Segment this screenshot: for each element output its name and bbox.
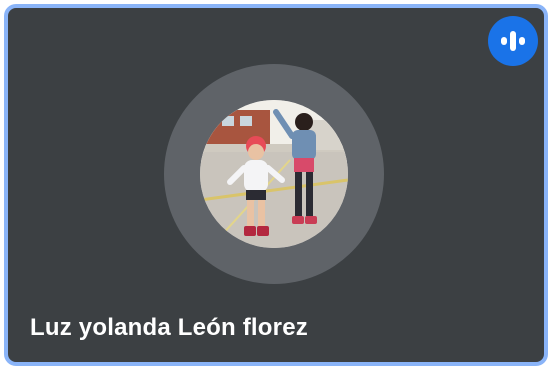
participant-name: Luz yolanda León florez	[30, 314, 308, 341]
avatar-ring	[164, 64, 384, 284]
audio-level-icon	[488, 16, 538, 66]
participant-tile[interactable]: Luz yolanda León florez	[4, 4, 548, 366]
profile-photo-icon	[200, 100, 348, 248]
